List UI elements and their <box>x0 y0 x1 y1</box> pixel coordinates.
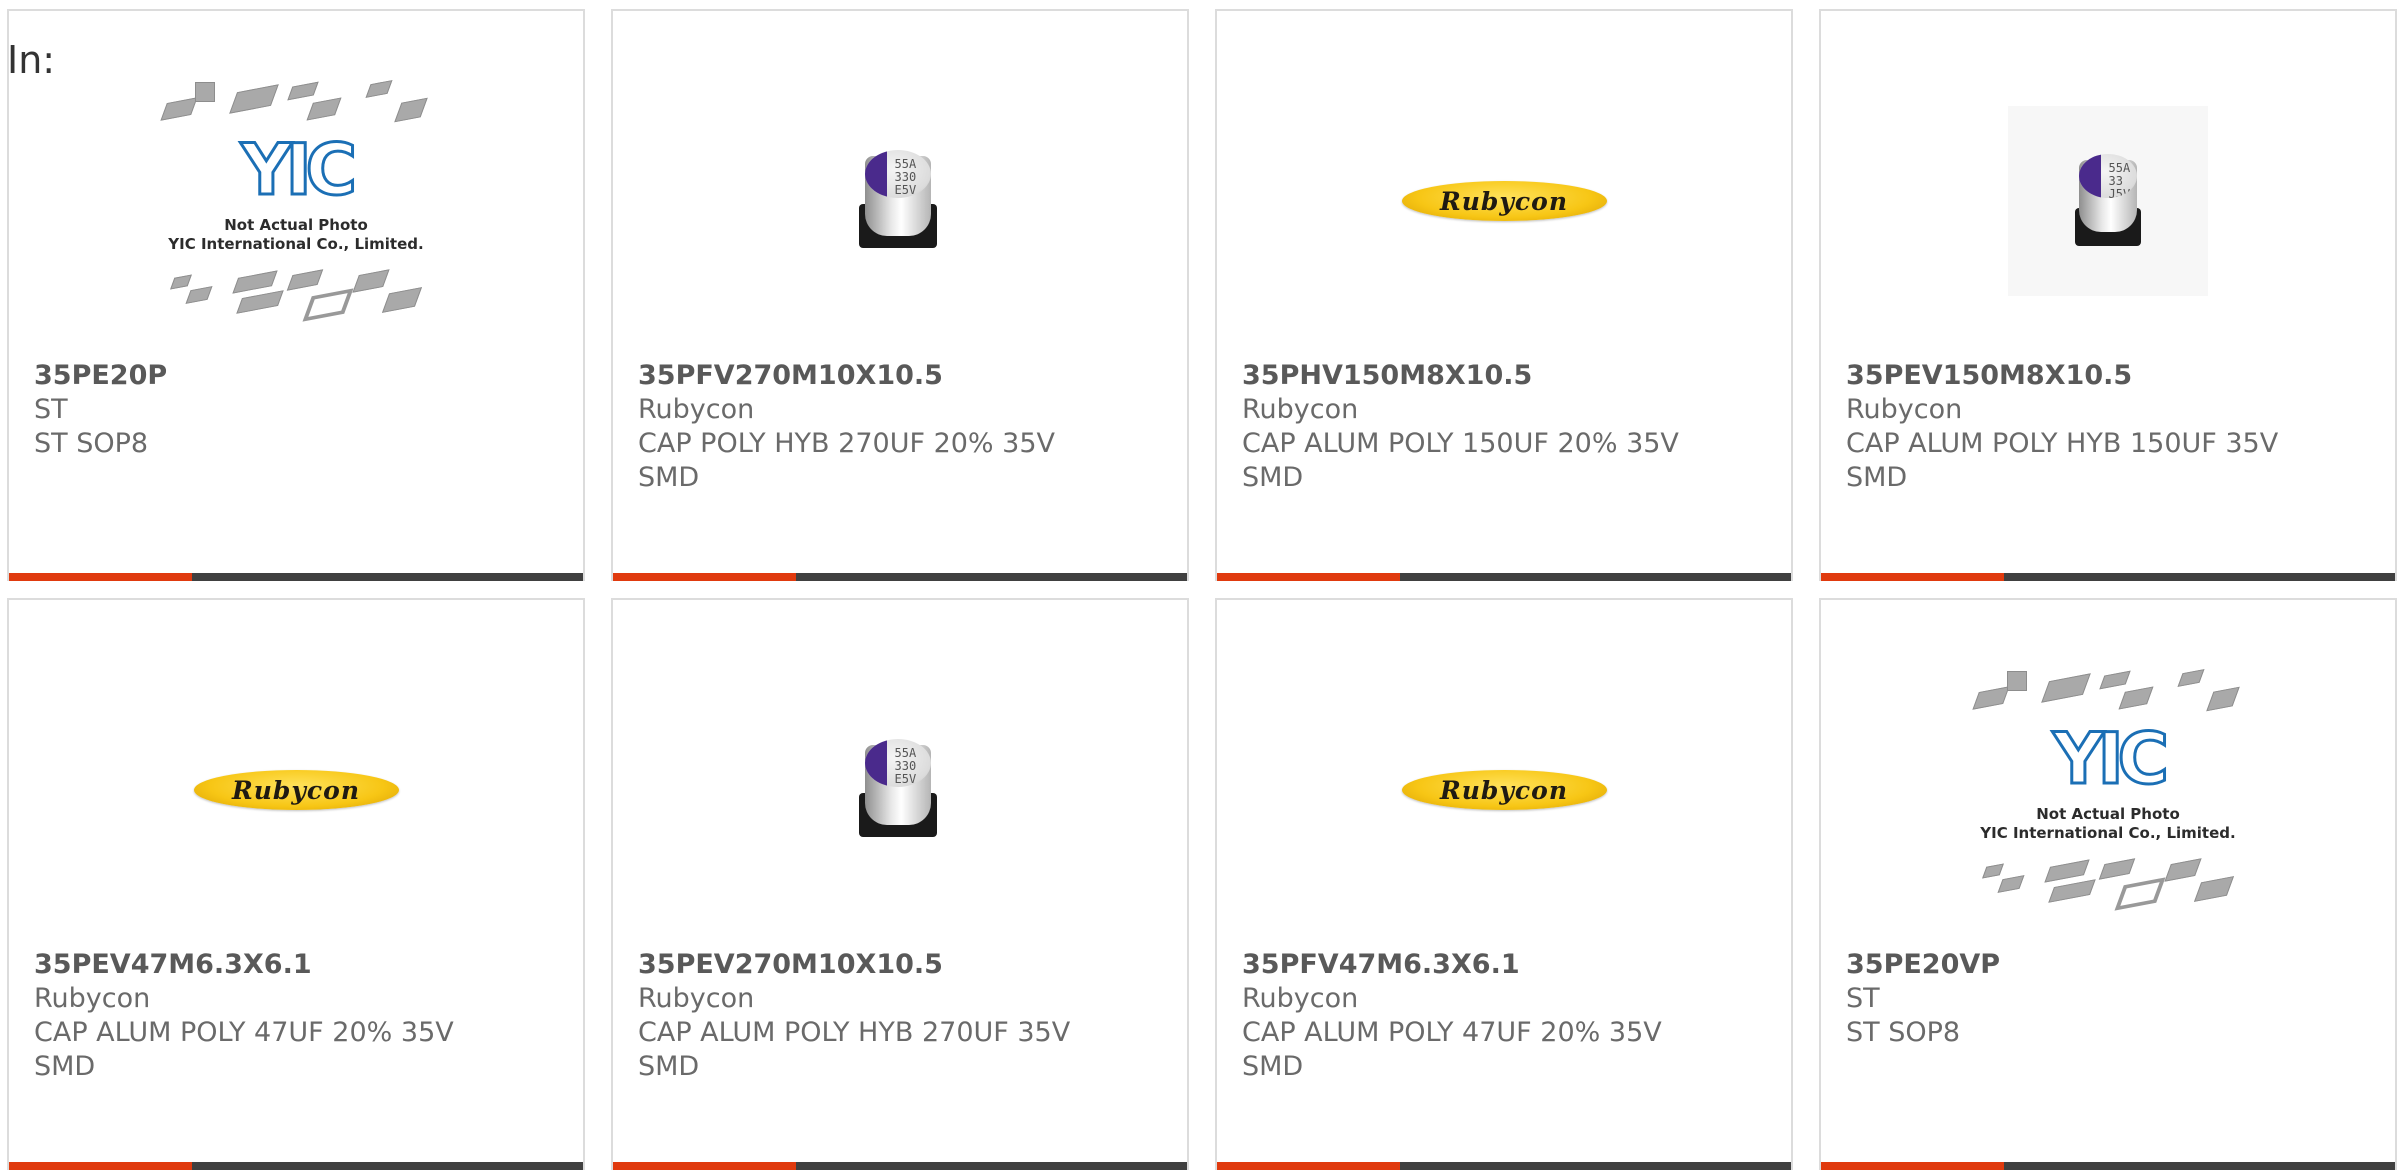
product-card[interactable]: Rubycon 35PHV150M8X10.5 Rubycon CAP ALUM… <box>1215 9 1793 581</box>
manufacturer: Rubycon <box>638 394 755 425</box>
product-card[interactable]: YIC Not Actual Photo YIC International C… <box>1819 598 2397 1170</box>
product-image: YIC Not Actual Photo YIC International C… <box>1821 640 2395 940</box>
product-image: 55A 330 E5V <box>613 640 1187 940</box>
card-footer-bar <box>1217 1162 1791 1170</box>
rubycon-logo: Rubycon <box>193 770 399 810</box>
part-number[interactable]: 35PFV270M10X10.5 <box>638 359 1167 393</box>
card-footer-bar <box>1217 573 1791 581</box>
product-card[interactable]: 55A 330 E5V 35PFV270M10X10.5 Rubycon CAP P… <box>611 9 1189 581</box>
part-number[interactable]: 35PEV150M8X10.5 <box>1846 359 2375 393</box>
manufacturer: ST <box>1846 983 1880 1014</box>
part-number[interactable]: 35PHV150M8X10.5 <box>1242 359 1771 393</box>
product-card[interactable]: Rubycon 35PFV47M6.3X6.1 Rubycon CAP ALUM… <box>1215 598 1793 1170</box>
product-card[interactable]: 55A 33 J5V 35PEV150M8X10.5 Rubycon CAP ALU… <box>1819 9 2397 581</box>
description: CAP ALUM POLY 47UF 20% 35V SMD <box>1242 1017 1662 1082</box>
description: CAP ALUM POLY 150UF 20% 35V SMD <box>1242 428 1679 493</box>
card-accent-bar <box>613 573 796 581</box>
product-image: Rubycon <box>1217 51 1791 351</box>
product-card[interactable]: YIC Not Actual Photo YIC International C… <box>7 9 585 581</box>
product-grid: YIC Not Actual Photo YIC International C… <box>0 0 2400 1170</box>
manufacturer: Rubycon <box>1242 983 1359 1014</box>
yic-logo: YIC <box>239 129 358 211</box>
not-actual-photo-placeholder: YIC Not Actual Photo YIC International C… <box>1972 665 2243 915</box>
part-number[interactable]: 35PEV270M10X10.5 <box>638 948 1167 982</box>
description: ST SOP8 <box>1846 1017 1961 1048</box>
description: CAP POLY HYB 270UF 20% 35V SMD <box>638 428 1055 493</box>
description: CAP ALUM POLY 47UF 20% 35V SMD <box>34 1017 454 1082</box>
placeholder-note: Not Actual Photo <box>224 216 368 234</box>
product-image: 55A 330 E5V <box>613 51 1187 351</box>
card-accent-bar <box>9 573 192 581</box>
not-actual-photo-placeholder: YIC Not Actual Photo YIC International C… <box>160 76 431 326</box>
capacitor-photo-small: 55A 33 J5V <box>2008 106 2208 296</box>
card-footer-bar <box>1821 573 2395 581</box>
product-image: YIC Not Actual Photo YIC International C… <box>9 51 583 351</box>
part-number[interactable]: 35PFV47M6.3X6.1 <box>1242 948 1771 982</box>
description: CAP ALUM POLY HYB 270UF 35V SMD <box>638 1017 1071 1082</box>
manufacturer: Rubycon <box>1846 394 1963 425</box>
page-label: In: <box>7 38 56 82</box>
placeholder-note: Not Actual Photo <box>2036 805 2180 823</box>
description: CAP ALUM POLY HYB 150UF 35V SMD <box>1846 428 2279 493</box>
manufacturer: Rubycon <box>638 983 755 1014</box>
product-image: Rubycon <box>1217 640 1791 940</box>
card-footer-bar <box>613 573 1187 581</box>
part-number[interactable]: 35PE20P <box>34 359 563 393</box>
part-number[interactable]: 35PEV47M6.3X6.1 <box>34 948 563 982</box>
product-card[interactable]: Rubycon 35PEV47M6.3X6.1 Rubycon CAP ALUM… <box>7 598 585 1170</box>
product-card[interactable]: 55A 330 E5V 35PEV270M10X10.5 Rubycon CAP A… <box>611 598 1189 1170</box>
yic-logo: YIC <box>2051 718 2170 800</box>
product-image: 55A 33 J5V <box>1821 51 2395 351</box>
card-footer-bar <box>613 1162 1187 1170</box>
card-accent-bar <box>613 1162 796 1170</box>
card-accent-bar <box>1821 573 2004 581</box>
card-accent-bar <box>1217 573 1400 581</box>
rubycon-logo: Rubycon <box>1401 770 1607 810</box>
placeholder-company: YIC International Co., Limited. <box>1980 824 2236 842</box>
capacitor-photo: 55A 330 E5V <box>853 146 948 256</box>
manufacturer: ST <box>34 394 68 425</box>
card-accent-bar <box>9 1162 192 1170</box>
rubycon-logo: Rubycon <box>1401 181 1607 221</box>
card-footer-bar <box>9 573 583 581</box>
card-footer-bar <box>1821 1162 2395 1170</box>
placeholder-company: YIC International Co., Limited. <box>168 235 424 253</box>
manufacturer: Rubycon <box>1242 394 1359 425</box>
card-accent-bar <box>1821 1162 2004 1170</box>
product-image: Rubycon <box>9 640 583 940</box>
capacitor-photo: 55A 330 E5V <box>853 735 948 845</box>
description: ST SOP8 <box>34 428 149 459</box>
part-number[interactable]: 35PE20VP <box>1846 948 2375 982</box>
card-accent-bar <box>1217 1162 1400 1170</box>
manufacturer: Rubycon <box>34 983 151 1014</box>
card-footer-bar <box>9 1162 583 1170</box>
